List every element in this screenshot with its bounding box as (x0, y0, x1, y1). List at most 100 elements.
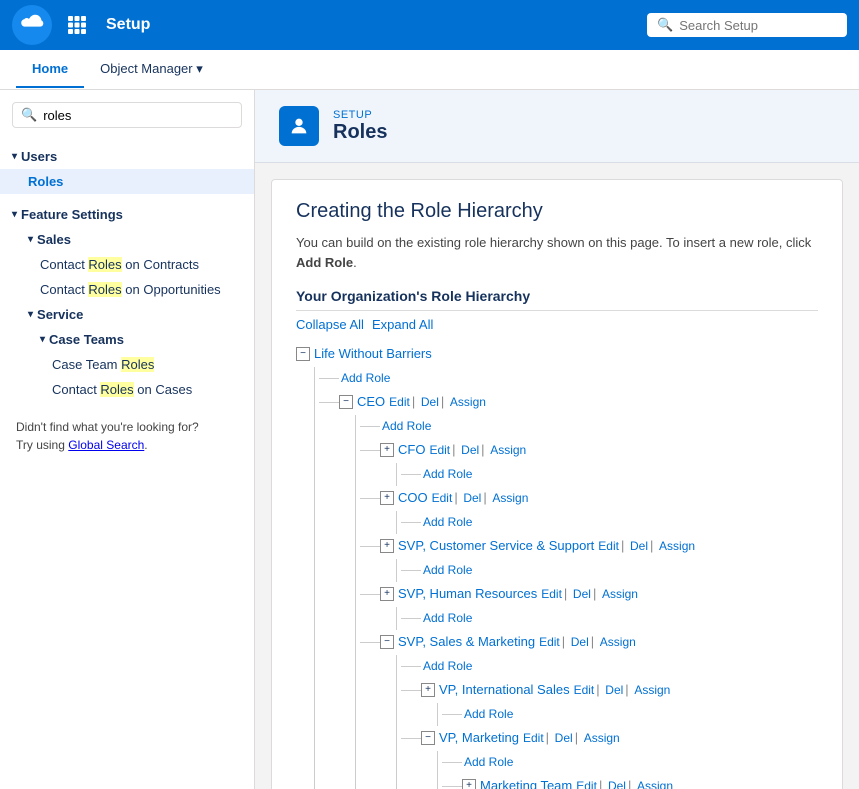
add-role-link-svp-sm[interactable]: Add Role (423, 657, 472, 676)
expand-icon-vp-mktg[interactable]: − (421, 731, 435, 745)
add-role-link-root[interactable]: Add Role (341, 369, 390, 388)
ceo-assign-link[interactable]: Assign (450, 395, 486, 409)
sidebar-item-case-team-roles[interactable]: Case Team Roles (0, 352, 254, 377)
expand-icon-svp-css[interactable]: + (380, 539, 394, 553)
add-role-row-coo: Add Role (401, 511, 818, 534)
expand-icon-mktg-team[interactable]: + (462, 779, 476, 789)
salesforce-logo (12, 5, 52, 45)
coo-edit-link[interactable]: Edit (432, 491, 453, 505)
page-description: You can build on the existing role hiera… (296, 233, 818, 272)
sidebar-section-feature-settings: ▾ Feature Settings ▾ Sales Contact Roles… (0, 198, 254, 406)
page-main-title: Creating the Role Hierarchy (296, 200, 818, 223)
vp-intl-edit-link[interactable]: Edit (574, 683, 595, 697)
sidebar-item-roles[interactable]: Roles (0, 169, 254, 194)
svp-hr-edit-link[interactable]: Edit (541, 587, 562, 601)
tab-object-manager[interactable]: Object Manager ▾ (84, 51, 219, 89)
vp-mktg-edit-link[interactable]: Edit (523, 731, 544, 745)
sidebar-contact-roles-cases-label: Contact Roles on Cases (52, 382, 192, 397)
svp-sm-actions: Edit| Del| Assign (539, 632, 636, 653)
role-svp-hr[interactable]: SVP, Human Resources (398, 584, 537, 605)
vp-mktg-assign-link[interactable]: Assign (584, 731, 620, 745)
vp-mktg-del-link[interactable]: Del (555, 731, 573, 745)
svp-sm-edit-link[interactable]: Edit (539, 635, 560, 649)
role-mktg-team[interactable]: Marketing Team (480, 776, 572, 789)
mktg-team-del-link[interactable]: Del (608, 779, 626, 789)
cfo-assign-link[interactable]: Assign (490, 443, 526, 457)
svp-sm-del-link[interactable]: Del (571, 635, 589, 649)
ceo-del-link[interactable]: Del (421, 395, 439, 409)
sidebar-header-sales[interactable]: ▾ Sales (0, 227, 254, 252)
cfo-actions: Edit| Del| Assign (429, 440, 526, 461)
svp-hr-assign-link[interactable]: Assign (602, 587, 638, 601)
role-life-without-barriers[interactable]: Life Without Barriers (314, 344, 432, 365)
sidebar-search-input[interactable] (43, 108, 233, 123)
mktg-team-assign-link[interactable]: Assign (637, 779, 673, 789)
role-vp-mktg[interactable]: VP, Marketing (439, 728, 519, 749)
role-ceo[interactable]: CEO (357, 392, 385, 413)
add-role-link-svp-css[interactable]: Add Role (423, 561, 472, 580)
vp-intl-assign-link[interactable]: Assign (634, 683, 670, 697)
svp-sm-assign-link[interactable]: Assign (600, 635, 636, 649)
expand-icon-vp-intl[interactable]: + (421, 683, 435, 697)
global-search-link[interactable]: Global Search (68, 438, 144, 452)
page-header: SETUP Roles (255, 90, 859, 163)
app-launcher-button[interactable] (64, 12, 90, 38)
tab-home[interactable]: Home (16, 51, 84, 88)
vp-mktg-actions: Edit| Del| Assign (523, 728, 620, 749)
sidebar-header-feature-settings[interactable]: ▾ Feature Settings (0, 202, 254, 227)
add-role-link-cfo[interactable]: Add Role (423, 465, 472, 484)
expand-icon-root[interactable]: − (296, 347, 310, 361)
sidebar-item-contact-roles-opportunities[interactable]: Contact Roles on Opportunities (0, 277, 254, 302)
chevron-down-icon: ▾ (12, 151, 17, 162)
sidebar-item-contact-roles-contracts[interactable]: Contact Roles on Contracts (0, 252, 254, 277)
sidebar-service-label: Service (37, 307, 83, 322)
cfo-edit-link[interactable]: Edit (429, 443, 450, 457)
add-role-row-svp-css: Add Role (401, 559, 818, 582)
svp-css-edit-link[interactable]: Edit (598, 539, 619, 553)
sidebar-section-users: ▾ Users Roles (0, 140, 254, 198)
tree-node-mktg-team: + Marketing Team Edit| Del| Assign (442, 774, 818, 789)
expand-all-link[interactable]: Expand All (372, 317, 433, 332)
page-header-text: SETUP Roles (333, 109, 387, 144)
coo-assign-link[interactable]: Assign (492, 491, 528, 505)
role-cfo[interactable]: CFO (398, 440, 425, 461)
add-role-link-svp-hr[interactable]: Add Role (423, 609, 472, 628)
tree-node-svp-hr: + SVP, Human Resources Edit| Del| Assign (360, 582, 818, 607)
add-role-row-svp-sm: Add Role (401, 655, 818, 678)
sidebar-header-service[interactable]: ▾ Service (0, 302, 254, 327)
expand-icon-svp-hr[interactable]: + (380, 587, 394, 601)
role-coo[interactable]: COO (398, 488, 428, 509)
tree-node-coo: + COO Edit| Del| Assign (360, 486, 818, 511)
collapse-expand-bar: Collapse All Expand All (296, 317, 818, 332)
collapse-all-link[interactable]: Collapse All (296, 317, 364, 332)
sidebar: 🔍 ▾ Users Roles ▾ Feature Settings ▾ Sal… (0, 90, 255, 789)
vp-intl-del-link[interactable]: Del (605, 683, 623, 697)
ceo-edit-link[interactable]: Edit (389, 395, 410, 409)
mktg-team-edit-link[interactable]: Edit (576, 779, 597, 789)
expand-icon-svp-sm[interactable]: − (380, 635, 394, 649)
add-role-link-vp-intl[interactable]: Add Role (464, 705, 513, 724)
expand-icon-cfo[interactable]: + (380, 443, 394, 457)
expand-icon-ceo[interactable]: − (339, 395, 353, 409)
coo-del-link[interactable]: Del (463, 491, 481, 505)
add-role-link-ceo[interactable]: Add Role (382, 417, 431, 436)
svp-css-assign-link[interactable]: Assign (659, 539, 695, 553)
add-role-link-coo[interactable]: Add Role (423, 513, 472, 532)
content-area: SETUP Roles Creating the Role Hierarchy … (255, 90, 859, 789)
add-role-row-vp-mktg: Add Role (442, 751, 818, 774)
role-svp-sm[interactable]: SVP, Sales & Marketing (398, 632, 535, 653)
role-vp-intl[interactable]: VP, International Sales (439, 680, 570, 701)
cfo-del-link[interactable]: Del (461, 443, 479, 457)
search-input[interactable] (679, 18, 837, 33)
sidebar-header-case-teams[interactable]: ▾ Case Teams (0, 327, 254, 352)
sidebar-feature-settings-label: Feature Settings (21, 207, 123, 222)
sidebar-item-contact-roles-cases[interactable]: Contact Roles on Cases (0, 377, 254, 402)
chevron-down-icon-case-teams: ▾ (40, 334, 45, 345)
expand-icon-coo[interactable]: + (380, 491, 394, 505)
org-section-title: Your Organization's Role Hierarchy (296, 288, 818, 311)
add-role-link-vp-mktg[interactable]: Add Role (464, 753, 513, 772)
svp-hr-del-link[interactable]: Del (573, 587, 591, 601)
role-svp-css[interactable]: SVP, Customer Service & Support (398, 536, 594, 557)
svp-css-del-link[interactable]: Del (630, 539, 648, 553)
sidebar-header-users[interactable]: ▾ Users (0, 144, 254, 169)
